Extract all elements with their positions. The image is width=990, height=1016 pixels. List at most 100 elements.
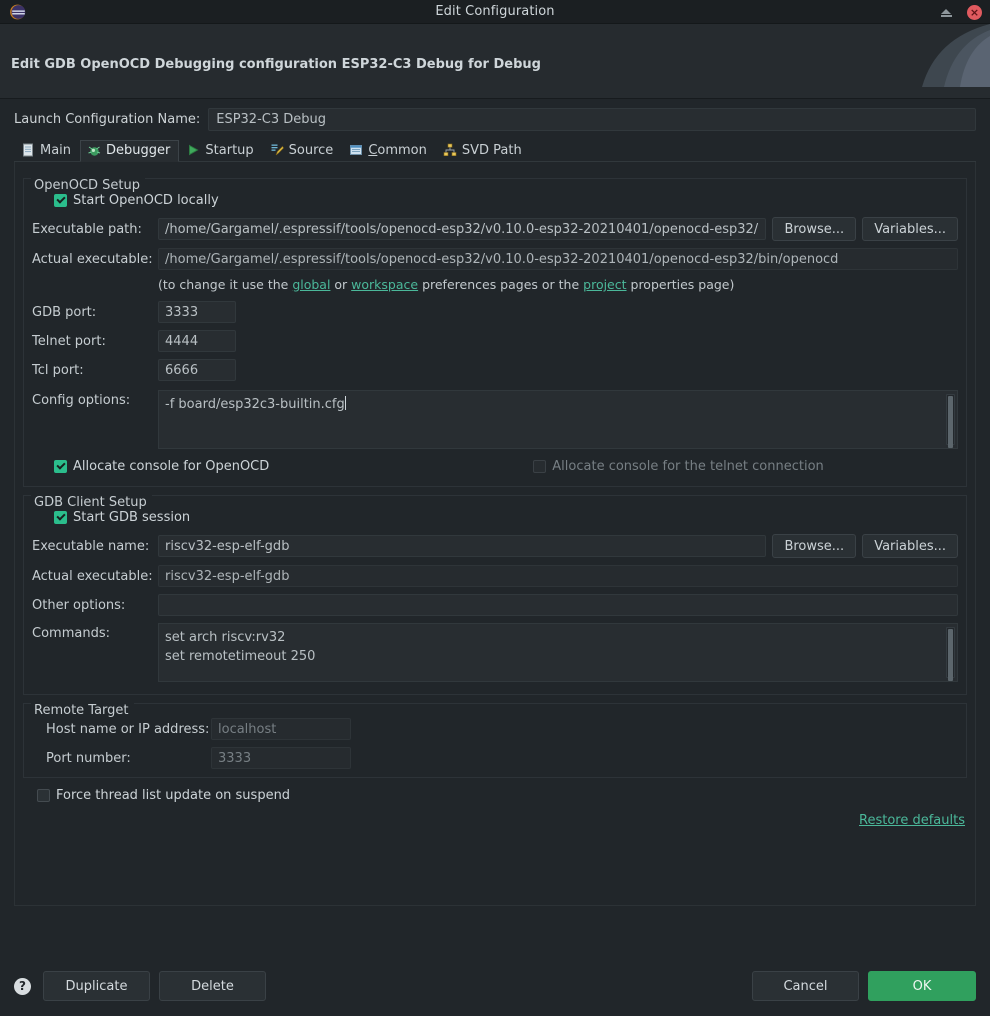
- tab-source-label: Source: [288, 142, 334, 158]
- tab-bar: Main Debugger Startup Source Common SVD …: [14, 140, 976, 162]
- hint-pre: (to change it use the: [158, 277, 293, 292]
- delete-button[interactable]: Delete: [159, 971, 266, 1001]
- workspace-preferences-link[interactable]: workspace: [351, 277, 418, 292]
- other-options-label: Other options:: [32, 597, 126, 613]
- telnet-port-input[interactable]: [158, 330, 236, 352]
- scrollbar-thumb[interactable]: [948, 629, 953, 681]
- telnet-port-label: Telnet port:: [32, 333, 106, 349]
- tab-svd-path-label: SVD Path: [461, 142, 522, 158]
- tcl-port-input[interactable]: [158, 359, 236, 381]
- global-preferences-link[interactable]: global: [292, 277, 330, 292]
- gdb-client-setup-group: GDB Client Setup Start GDB session Execu…: [23, 495, 967, 695]
- dialog-footer: ? Duplicate Delete Cancel OK: [0, 956, 990, 1016]
- bug-icon: [87, 144, 101, 158]
- force-thread-list-update-checkbox[interactable]: Force thread list update on suspend: [37, 788, 290, 803]
- gdb-executable-variables-button[interactable]: Variables...: [862, 534, 958, 558]
- dialog-banner: Edit GDB OpenOCD Debugging configuration…: [0, 24, 990, 99]
- window-controls: ×: [940, 0, 982, 24]
- tab-startup[interactable]: Startup: [179, 139, 262, 161]
- scrollbar-thumb[interactable]: [948, 396, 953, 448]
- commands-textarea[interactable]: set arch riscv:rv32 set remotetimeout 25…: [158, 623, 958, 682]
- window-icon: [349, 143, 363, 157]
- config-options-textarea[interactable]: -f board/esp32c3-builtin.cfg: [158, 390, 958, 449]
- remote-target-group: Remote Target Host name or IP address: P…: [23, 703, 967, 778]
- start-openocd-locally-label: Start OpenOCD locally: [73, 193, 219, 208]
- tab-common[interactable]: Common: [342, 139, 436, 161]
- checkbox-empty-icon: [37, 789, 50, 802]
- play-icon: [186, 143, 200, 157]
- actual-executable-label: Actual executable:: [32, 251, 153, 267]
- allocate-console-openocd-label: Allocate console for OpenOCD: [73, 459, 270, 474]
- port-number-label: Port number:: [46, 750, 131, 766]
- gdb-executable-browse-button[interactable]: Browse...: [772, 534, 857, 558]
- tab-common-label-rest: ommon: [377, 142, 427, 158]
- tab-source[interactable]: Source: [263, 139, 343, 161]
- force-thread-list-update-label: Force thread list update on suspend: [56, 788, 291, 803]
- restore-defaults-row: Restore defaults: [15, 803, 975, 828]
- launch-config-name-row: Launch Configuration Name:: [0, 99, 990, 131]
- start-gdb-session-label: Start GDB session: [73, 510, 191, 525]
- commands-scrollbar[interactable]: [946, 627, 955, 681]
- config-options-value: -f board/esp32c3-builtin.cfg: [165, 397, 345, 412]
- gdb-actual-executable-label: Actual executable:: [32, 568, 153, 584]
- host-name-label: Host name or IP address:: [46, 721, 210, 737]
- executable-path-variables-button[interactable]: Variables...: [862, 217, 958, 241]
- hierarchy-icon: [443, 143, 457, 157]
- gdb-port-input[interactable]: [158, 301, 236, 323]
- tab-debugger[interactable]: Debugger: [80, 140, 180, 162]
- start-openocd-locally-checkbox[interactable]: Start OpenOCD locally: [54, 193, 219, 208]
- checkbox-empty-icon: [533, 460, 547, 473]
- document-icon: [21, 143, 35, 157]
- gdb-port-label: GDB port:: [32, 304, 97, 320]
- hint-mid1: or: [330, 277, 352, 292]
- allocate-console-telnet-label: Allocate console for the telnet connecti…: [552, 459, 824, 474]
- debugger-tab-panel: OpenOCD Setup Start OpenOCD locally Exec…: [14, 162, 976, 906]
- checkbox-check-icon: [54, 460, 67, 473]
- gdb-executable-name-label: Executable name:: [32, 538, 150, 554]
- executable-path-input[interactable]: [158, 218, 767, 240]
- commands-line-2: set remotetimeout 250: [165, 649, 316, 664]
- tab-svd-path[interactable]: SVD Path: [436, 139, 531, 161]
- cancel-button[interactable]: Cancel: [752, 971, 859, 1001]
- launch-config-name-input[interactable]: [208, 108, 976, 131]
- gdb-executable-name-input[interactable]: [158, 535, 767, 557]
- title-bar: Edit Configuration ×: [0, 0, 990, 24]
- project-properties-link[interactable]: project: [583, 277, 626, 292]
- ok-button[interactable]: OK: [868, 971, 976, 1001]
- actual-executable-input: [158, 248, 958, 270]
- tab-main[interactable]: Main: [14, 139, 80, 161]
- host-name-input: [211, 718, 351, 740]
- restore-defaults-link[interactable]: Restore defaults: [859, 813, 965, 828]
- source-edit-icon: [270, 143, 284, 157]
- allocate-console-openocd-checkbox[interactable]: Allocate console for OpenOCD: [54, 459, 269, 474]
- tab-debugger-label: Debugger: [106, 143, 171, 158]
- edit-configuration-window: Edit Configuration × Edit GDB OpenOCD De…: [0, 0, 990, 1016]
- tcl-port-label: Tcl port:: [32, 362, 84, 378]
- openocd-setup-group: OpenOCD Setup Start OpenOCD locally Exec…: [23, 178, 967, 487]
- openocd-setup-legend: OpenOCD Setup: [31, 178, 146, 193]
- remote-target-legend: Remote Target: [31, 703, 134, 718]
- help-icon[interactable]: ?: [14, 977, 31, 995]
- executable-path-label: Executable path:: [32, 221, 142, 237]
- checkbox-check-icon: [54, 194, 67, 207]
- tab-startup-label: Startup: [205, 142, 254, 158]
- port-number-input: [211, 747, 351, 769]
- tab-common-label: Common: [368, 143, 427, 158]
- gdb-actual-executable-input: [158, 565, 958, 587]
- duplicate-button[interactable]: Duplicate: [43, 971, 150, 1001]
- checkbox-check-icon: [54, 511, 67, 524]
- hint-mid2: preferences pages or the: [418, 277, 584, 292]
- other-options-input[interactable]: [158, 594, 958, 616]
- eclipse-icon: [9, 4, 26, 20]
- start-gdb-session-checkbox[interactable]: Start GDB session: [54, 510, 190, 525]
- executable-path-browse-button[interactable]: Browse...: [772, 217, 857, 241]
- config-options-scrollbar[interactable]: [946, 394, 955, 448]
- gdb-client-setup-legend: GDB Client Setup: [31, 495, 152, 510]
- hint-post: properties page): [626, 277, 735, 292]
- tab-main-label: Main: [40, 142, 72, 158]
- commands-label: Commands:: [32, 626, 110, 641]
- close-icon[interactable]: ×: [967, 4, 982, 20]
- launch-config-name-label: Launch Configuration Name:: [14, 112, 201, 127]
- restore-icon[interactable]: [940, 6, 953, 19]
- text-caret: [344, 396, 346, 410]
